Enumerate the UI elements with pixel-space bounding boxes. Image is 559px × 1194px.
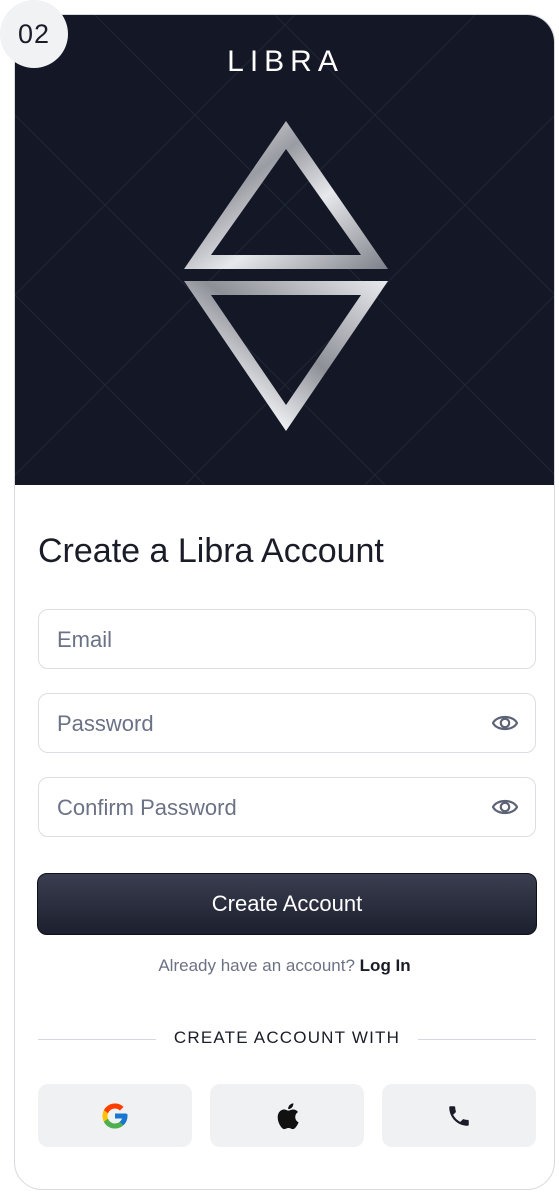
social-divider: CREATE ACCOUNT WITH bbox=[38, 1028, 536, 1050]
screen-number-badge: 02 bbox=[0, 0, 68, 68]
phone-icon bbox=[449, 1105, 469, 1126]
password-input[interactable] bbox=[55, 694, 479, 753]
page-title: Create a Libra Account bbox=[38, 532, 384, 570]
password-field[interactable] bbox=[38, 693, 536, 753]
login-prompt-text: Already have an account? bbox=[158, 956, 355, 975]
create-account-button[interactable]: Create Account bbox=[37, 873, 537, 935]
apple-icon bbox=[277, 1102, 299, 1129]
confirm-password-field[interactable] bbox=[38, 777, 536, 837]
phone-signup-button[interactable] bbox=[382, 1084, 536, 1147]
hero-banner: LIBRA bbox=[15, 15, 554, 485]
brand-logo-text: LIBRA bbox=[227, 45, 344, 78]
eye-icon[interactable] bbox=[491, 794, 519, 820]
signup-screen: LIBRA Create a Libra Account Email Creat… bbox=[14, 14, 555, 1190]
eye-icon[interactable] bbox=[491, 710, 519, 736]
apple-signup-button[interactable] bbox=[210, 1084, 364, 1147]
login-link[interactable]: Log In bbox=[360, 956, 411, 975]
login-prompt-line: Already have an account? Log In bbox=[15, 956, 554, 976]
email-input[interactable] bbox=[55, 610, 479, 669]
social-heading: CREATE ACCOUNT WITH bbox=[173, 1028, 401, 1047]
divider-line-right bbox=[418, 1039, 536, 1040]
email-field[interactable] bbox=[38, 609, 536, 669]
google-signup-button[interactable] bbox=[38, 1084, 192, 1147]
libra-logo-icon bbox=[184, 121, 388, 431]
confirm-password-input[interactable] bbox=[55, 778, 479, 837]
google-icon bbox=[102, 1103, 128, 1128]
